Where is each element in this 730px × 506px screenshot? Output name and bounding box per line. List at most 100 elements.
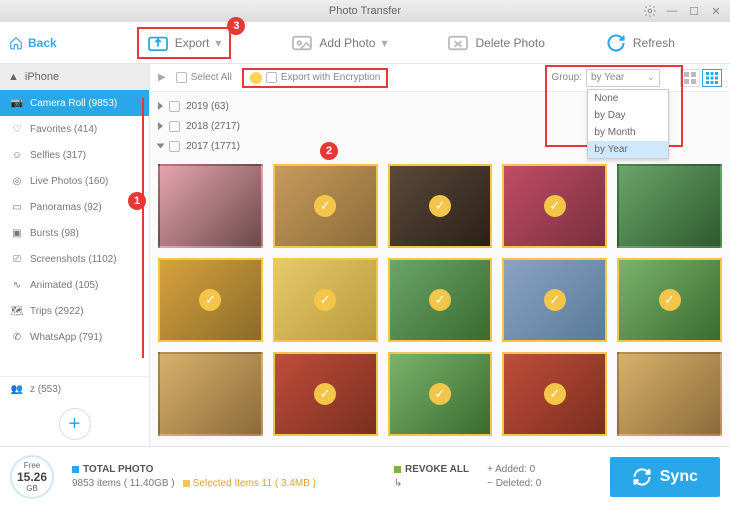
group-option[interactable]: by Day: [588, 107, 668, 124]
device-row[interactable]: ▲ iPhone: [0, 64, 149, 90]
photo-thumbnail[interactable]: ✓: [502, 164, 607, 248]
year-label: 2017 (1771): [186, 141, 240, 152]
photo-thumbnail[interactable]: ✓: [273, 164, 378, 248]
annotation-line-1: [142, 98, 144, 358]
sidebar-album-item[interactable]: ♡Favorites (414): [0, 116, 149, 142]
photo-thumbnail[interactable]: [158, 164, 263, 248]
check-icon: ✓: [314, 195, 336, 217]
check-icon: ✓: [544, 383, 566, 405]
toolbar: Back Export ▾ 3 Add Photo ▾ Delete Photo…: [0, 22, 730, 64]
check-icon: ✓: [659, 289, 681, 311]
maximize-icon[interactable]: ☐: [684, 3, 704, 19]
free-label: Free: [24, 461, 40, 470]
album-label: Camera Roll (9853): [30, 98, 117, 109]
export-button[interactable]: Export ▾: [137, 27, 232, 59]
photo-thumbnail[interactable]: ✓: [617, 258, 722, 342]
expand-all-icon[interactable]: ▶: [158, 72, 166, 83]
disclosure-triangle-icon: [157, 144, 165, 149]
selected-line: Selected Items 11 ( 3.4MB ): [193, 478, 316, 489]
sidebar-album-item[interactable]: ∿ Animated (105): [0, 272, 149, 298]
check-icon: ✓: [429, 383, 451, 405]
photo-grid: ✓✓✓✓✓✓✓✓✓✓✓: [150, 160, 730, 440]
photo-thumbnail[interactable]: ✓: [388, 258, 493, 342]
badge-2: 2: [320, 142, 338, 160]
add-album-button[interactable]: +: [59, 408, 91, 440]
sidebar-album-item[interactable]: ⎚ Screenshots (1102): [0, 246, 149, 272]
back-button[interactable]: Back: [8, 36, 57, 50]
content-area: ▶ Select All Export with Encryption Grou…: [150, 64, 730, 446]
export-encryption-button[interactable]: Export with Encryption: [242, 68, 389, 88]
revoke-all-label[interactable]: REVOKE ALL: [405, 464, 469, 475]
group-select[interactable]: by Year ⌄: [586, 69, 660, 87]
group-control: Group: by Year ⌄ Noneby Dayby Monthby Ye…: [551, 69, 660, 87]
person-icon: ☺: [10, 149, 24, 161]
album-label: Screenshots (1102): [30, 254, 117, 265]
add-photo-icon: [291, 33, 313, 53]
group-label: Group:: [551, 72, 582, 83]
heart-icon: ♡: [10, 123, 24, 135]
added-count: Added: 0: [495, 464, 535, 475]
photo-thumbnail[interactable]: ✓: [502, 258, 607, 342]
sync-button[interactable]: Sync: [610, 457, 720, 497]
album-label: Animated (105): [30, 280, 98, 291]
check-icon: ✓: [429, 195, 451, 217]
delete-photo-button[interactable]: Delete Photo: [447, 33, 544, 53]
sync-icon: [632, 467, 652, 487]
check-icon: ✓: [544, 289, 566, 311]
check-icon: ✓: [544, 195, 566, 217]
animated-icon: ∿: [10, 279, 24, 291]
disclosure-triangle-icon: [158, 102, 163, 110]
photo-thumbnail[interactable]: ✓: [388, 164, 493, 248]
group-option[interactable]: by Month: [588, 124, 668, 141]
sidebar: ▲ iPhone 📷Camera Roll (9853)♡Favorites (…: [0, 64, 150, 446]
group-selected: by Year: [591, 72, 624, 83]
delete-photo-label: Delete Photo: [475, 36, 544, 50]
chevron-down-icon: ▾: [381, 36, 387, 50]
check-icon: ✓: [314, 289, 336, 311]
photo-thumbnail[interactable]: ✓: [273, 352, 378, 436]
export-icon: [147, 33, 169, 53]
group-option[interactable]: by Year: [588, 141, 668, 158]
album-label: Selfies (317): [30, 150, 86, 161]
settings-icon[interactable]: [640, 3, 660, 19]
screenshot-icon: ⎚: [10, 253, 24, 265]
sidebar-album-item[interactable]: 📷Camera Roll (9853): [0, 90, 149, 116]
photo-thumbnail[interactable]: [617, 352, 722, 436]
shared-label: z (553): [30, 384, 61, 395]
sidebar-album-item[interactable]: 🗺 Trips (2922): [0, 298, 149, 324]
checkbox-icon: [266, 72, 277, 83]
view-list-button[interactable]: [680, 69, 700, 87]
sidebar-album-item[interactable]: ☺ Selfies (317): [0, 142, 149, 168]
encrypt-label: Export with Encryption: [281, 72, 381, 83]
photo-thumbnail[interactable]: ✓: [388, 352, 493, 436]
close-icon[interactable]: ✕: [706, 3, 726, 19]
year-label: 2018 (2717): [186, 121, 240, 132]
add-photo-button[interactable]: Add Photo ▾: [291, 33, 387, 53]
photo-thumbnail[interactable]: ✓: [273, 258, 378, 342]
sidebar-album-item[interactable]: ◎Live Photos (160): [0, 168, 149, 194]
refresh-icon: [605, 33, 627, 53]
group-option[interactable]: None: [588, 90, 668, 107]
revoke-arrow-icon: ↳: [394, 478, 469, 489]
sidebar-album-item[interactable]: ✆WhatsApp (791): [0, 324, 149, 350]
photo-thumbnail[interactable]: ✓: [502, 352, 607, 436]
checkbox-icon: [169, 101, 180, 112]
view-grid-button[interactable]: [702, 69, 722, 87]
minimize-icon[interactable]: —: [662, 3, 682, 19]
refresh-button[interactable]: Refresh: [605, 33, 675, 53]
trips-icon: 🗺: [10, 305, 24, 317]
export-label: Export: [175, 36, 210, 50]
select-all-checkbox[interactable]: Select All: [176, 72, 232, 83]
photo-thumbnail[interactable]: ✓: [158, 258, 263, 342]
export-button-wrap: Export ▾ 3: [137, 27, 232, 59]
photo-thumbnail[interactable]: [158, 352, 263, 436]
album-label: Trips (2922): [30, 306, 84, 317]
group-dropdown: Noneby Dayby Monthby Year: [587, 89, 669, 159]
free-space-gauge: Free 15.26 GB: [10, 455, 54, 499]
pano-icon: ▭: [10, 201, 24, 213]
photo-thumbnail[interactable]: [617, 164, 722, 248]
shared-album-row[interactable]: 👥 z (553): [0, 376, 149, 402]
device-name: iPhone: [25, 71, 59, 83]
sidebar-album-item[interactable]: ▭Panoramas (92): [0, 194, 149, 220]
sidebar-album-item[interactable]: ▣Bursts (98): [0, 220, 149, 246]
